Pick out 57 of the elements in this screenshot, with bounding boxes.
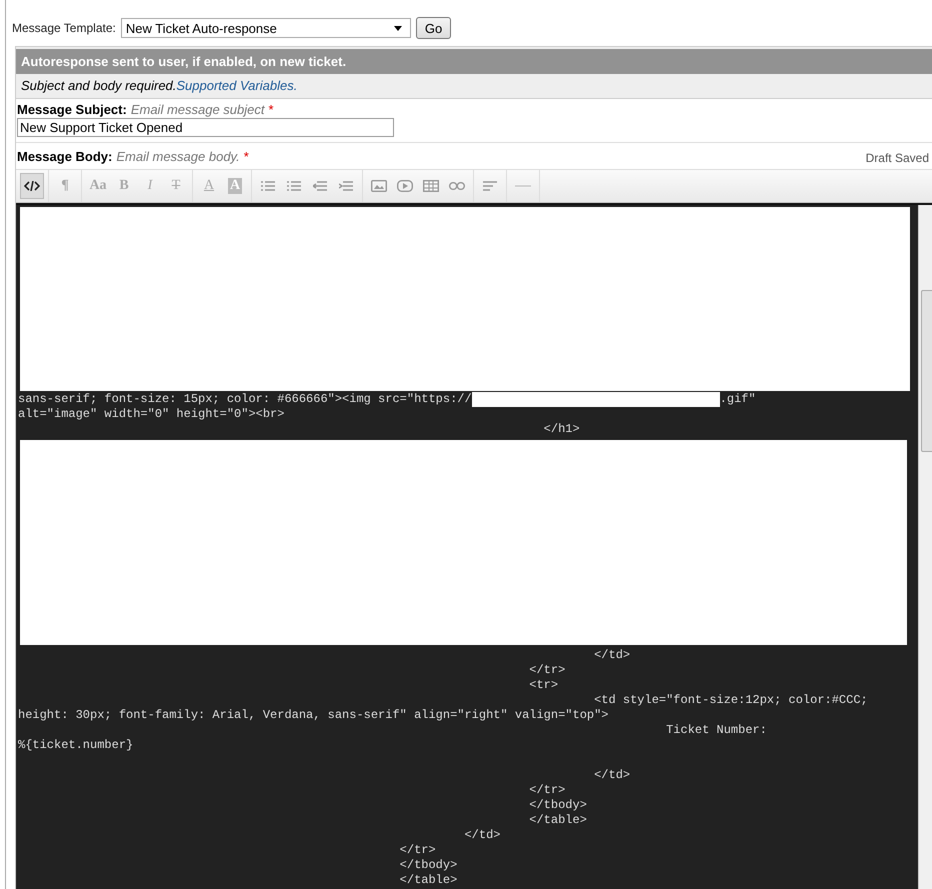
code-button[interactable] xyxy=(20,173,44,199)
glyph-button[interactable]: Aa xyxy=(86,173,110,199)
code-line: height: 30px; font-family: Arial, Verdana, sans-serif" align="right" valign="top"> xyxy=(18,708,608,723)
code-line: <tr> xyxy=(528,678,558,693)
outdent-icon xyxy=(313,181,327,191)
code-line: </tbody> xyxy=(528,798,587,813)
required-mark: * xyxy=(244,149,249,164)
horizontal-rule-icon xyxy=(515,185,531,187)
code-line: </tr> xyxy=(528,783,566,798)
strike-button[interactable]: T xyxy=(164,173,188,199)
code-line: sans-serif; font-size: 15px; color: #666666"><img src="https:// xyxy=(18,392,472,407)
glyph-button[interactable]: B xyxy=(112,173,136,199)
draft-status: Draft Saved xyxy=(866,150,929,165)
section-header: Autoresponse sent to user, if enabled, on new ticket. xyxy=(16,47,932,74)
scrollbar-thumb[interactable] xyxy=(921,290,932,452)
code-icon xyxy=(24,181,40,191)
code-line: </tr> xyxy=(528,663,566,678)
highlight-button[interactable]: A xyxy=(223,173,247,199)
go-button[interactable]: Go xyxy=(416,17,452,39)
subject-field[interactable]: New Support Ticket Opened xyxy=(17,118,394,137)
subject-hint: Email message subject xyxy=(130,102,264,117)
image-icon xyxy=(371,180,387,192)
body-label: Message Body: xyxy=(17,149,112,164)
code-line: alt="image" width="0" height="0"><br> xyxy=(18,407,284,422)
code-line: %{ticket.number} xyxy=(18,738,134,753)
bulleted-list-icon xyxy=(261,181,275,191)
code-line: Ticket Number: xyxy=(665,723,767,738)
required-note: Subject and body required. xyxy=(21,78,176,93)
align-icon xyxy=(483,181,497,191)
dropdown-caret-icon xyxy=(394,26,402,30)
code-line: </td> xyxy=(593,768,630,783)
code-line: </tbody> xyxy=(398,858,458,873)
scrollbar[interactable] xyxy=(918,205,932,889)
code-line: </table> xyxy=(398,873,458,888)
table-icon xyxy=(423,180,439,192)
code-line: <td style="font-size:12px; color:#CCC; xyxy=(593,693,868,708)
code-editor[interactable] xyxy=(16,203,932,889)
body-hint: Email message body. xyxy=(116,149,240,164)
code-line: </td> xyxy=(463,828,500,843)
numbered-list-icon xyxy=(287,181,301,191)
indent-icon xyxy=(339,181,353,191)
code-line: </table> xyxy=(528,813,587,828)
link-icon xyxy=(449,182,465,190)
underline-button[interactable]: A xyxy=(197,173,221,199)
period-text: . xyxy=(294,78,298,93)
video-icon xyxy=(397,180,413,192)
code-line: </h1> xyxy=(542,422,580,437)
italic-button[interactable]: I xyxy=(138,173,162,199)
template-label: Message Template: xyxy=(12,21,116,35)
code-line: .gif" xyxy=(720,392,756,407)
template-dropdown[interactable]: New Ticket Auto-response xyxy=(120,18,411,38)
code-line: </tr> xyxy=(398,843,436,858)
glyph-button[interactable]: ¶ xyxy=(53,173,77,199)
supported-variables-link[interactable]: Supported Variables xyxy=(176,78,294,93)
subject-label: Message Subject: xyxy=(17,102,127,117)
code-line: </td> xyxy=(593,648,630,663)
required-mark: * xyxy=(268,102,274,117)
